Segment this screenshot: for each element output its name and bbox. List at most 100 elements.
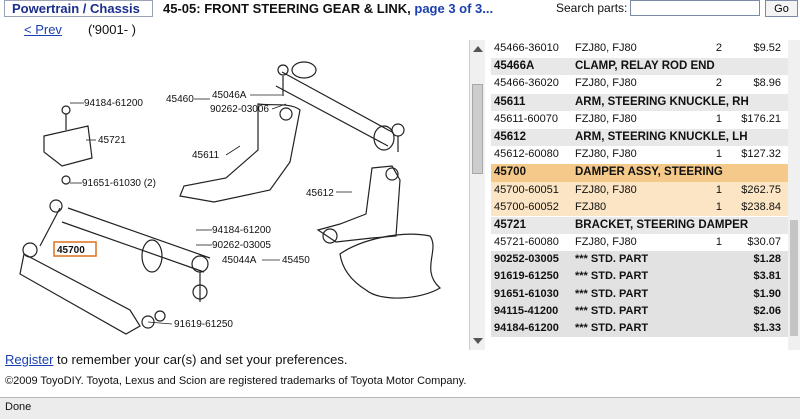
tie-rod-upper [67, 207, 211, 259]
part-qty: 1 [715, 236, 722, 249]
label-45612[interactable]: 45612 [306, 188, 334, 199]
part-qty: 1 [715, 200, 722, 213]
tie-rod-end [191, 255, 209, 273]
panel-divider-scrollbar[interactable] [469, 40, 485, 350]
part-row[interactable]: 45721-60080 FZJ80, FJ80 1 $30.07 [491, 234, 788, 252]
part-row[interactable]: 45466-36010 FZJ80, FJ80 2 $9.52 [491, 40, 788, 58]
relay-rod-clamp [373, 125, 395, 151]
label-45450[interactable]: 45450 [282, 255, 310, 266]
label-45611[interactable]: 45611 [192, 150, 220, 161]
label-94184-61200-b[interactable]: 94184-61200 [212, 225, 271, 236]
part-number: 45612 [494, 130, 526, 143]
part-number: 45611 [494, 95, 526, 108]
damper-mount-nut [154, 310, 166, 322]
part-number: 45700-60051 [494, 183, 559, 196]
parts-diagram: 45460 45046A 90262-03006 94184-61200 457… [0, 40, 468, 348]
label-45046A[interactable]: 45046A [212, 90, 247, 101]
part-price: $30.07 [747, 236, 781, 249]
page-title-main: 45-05: FRONT STEERING GEAR & LINK, [163, 1, 415, 16]
part-row[interactable]: 45611-60070 FZJ80, FJ80 1 $176.21 [491, 110, 788, 128]
part-row[interactable]: 94115-41200 *** STD. PART $2.06 [491, 302, 788, 320]
damper-lower-eye [22, 242, 38, 258]
part-description: FZJ80, FJ80 [575, 42, 637, 54]
part-row[interactable]: 45612-60080 FZJ80, FJ80 1 $127.32 [491, 146, 788, 164]
part-price: $1.33 [753, 322, 781, 334]
label-90262-03006[interactable]: 90262-03006 [210, 104, 269, 115]
register-text: to remember your car(s) and set your pre… [53, 352, 348, 367]
damper-upper-eye [49, 199, 63, 213]
label-91619-61250[interactable]: 91619-61250 [174, 319, 233, 330]
part-group-header[interactable]: 45700 DAMPER ASSY, STEERING [491, 164, 788, 182]
search-label: Search parts: [556, 1, 628, 15]
prev-link[interactable]: < Prev [24, 22, 62, 37]
register-link[interactable]: Register [5, 352, 53, 367]
part-qty: 1 [715, 112, 722, 125]
label-94184-61200-a[interactable]: 94184-61200 [84, 98, 143, 109]
part-price: $1.28 [753, 253, 781, 266]
part-number: 45466-36010 [494, 42, 559, 54]
part-number: 94184-61200 [494, 322, 559, 334]
breadcrumb-tab[interactable]: Powertrain / Chassis [4, 0, 153, 17]
part-row[interactable]: 91651-61030 *** STD. PART $1.90 [491, 285, 788, 303]
status-bar: Done [0, 397, 800, 419]
parts-list-scrollbar[interactable] [788, 40, 800, 350]
part-row[interactable]: 45700-60052 FZJ80 1 $238.84 [491, 198, 788, 216]
model-years: ('9001- ) [88, 22, 137, 37]
part-price: $9.52 [753, 42, 781, 54]
part-number: 45721-60080 [494, 236, 559, 249]
part-price: $2.06 [753, 304, 781, 317]
part-group-header[interactable]: 45466A CLAMP, RELAY ROD END [491, 58, 788, 76]
part-qty: 1 [715, 183, 722, 196]
part-number: 45700 [494, 166, 526, 179]
label-90262-03005[interactable]: 90262-03005 [212, 240, 271, 251]
part-description: FZJ80 [575, 200, 607, 213]
part-row[interactable]: 90252-03005 *** STD. PART $1.28 [491, 251, 788, 269]
part-price: $238.84 [741, 200, 781, 213]
part-price: $1.90 [753, 287, 781, 300]
label-45044A[interactable]: 45044A [222, 255, 257, 266]
register-line: Register to remember your car(s) and set… [5, 352, 347, 367]
part-number: 94115-41200 [494, 304, 559, 317]
part-number: 91651-61030 [494, 287, 559, 300]
part-description: FZJ80, FJ80 [575, 112, 637, 125]
part-row[interactable]: 45466-36020 FZJ80, FJ80 2 $8.96 [491, 75, 788, 93]
scroll-down-arrow-icon[interactable] [473, 338, 483, 344]
part-group-header[interactable]: 45612 ARM, STEERING KNUCKLE, LH [491, 128, 788, 147]
part-number: 45612-60080 [494, 148, 559, 161]
part-row[interactable]: 45700-60051 FZJ80, FJ80 1 $262.75 [491, 181, 788, 199]
search-input[interactable] [630, 0, 760, 16]
leader-45611 [225, 145, 241, 156]
scroll-thumb[interactable] [472, 84, 483, 174]
relay-rod-end-left [291, 61, 317, 79]
part-group-header[interactable]: 45721 BRACKET, STEERING DAMPER [491, 216, 788, 235]
part-row[interactable]: 91619-61250 *** STD. PART $3.81 [491, 268, 788, 286]
part-number: 45466-36020 [494, 77, 559, 90]
parts-list-panel: 45466-36010 FZJ80, FJ80 2 $9.52 45466A CLAMP,… [469, 40, 800, 350]
label-45700[interactable]: 45700 [57, 245, 85, 256]
part-row[interactable]: 94184-61200 *** STD. PART $1.33 [491, 320, 788, 338]
part-group-header[interactable]: 45611 ARM, STEERING KNUCKLE, RH [491, 93, 788, 111]
part-price: $8.96 [753, 77, 781, 90]
part-description: *** STD. PART [575, 322, 649, 334]
part-description: FZJ80, FJ80 [575, 236, 637, 249]
parts-list-scroll-thumb[interactable] [790, 220, 798, 336]
part-description: BRACKET, STEERING DAMPER [575, 218, 749, 231]
bracket-bolt-top [61, 105, 71, 115]
part-number: 45700-60052 [494, 200, 559, 213]
go-button[interactable]: Go [765, 0, 798, 17]
damper-bracket [43, 125, 93, 167]
scroll-up-arrow-icon[interactable] [473, 46, 483, 52]
damper-rod [39, 207, 61, 247]
label-91651-61030[interactable]: 91651-61030 (2) [82, 178, 156, 189]
label-45721[interactable]: 45721 [98, 135, 126, 146]
label-45460[interactable]: 45460 [166, 94, 194, 105]
part-description: FZJ80, FJ80 [575, 77, 637, 90]
part-qty: 1 [715, 148, 722, 161]
bracket-nut [61, 175, 71, 185]
part-price: $3.81 [753, 270, 781, 283]
page-indicator[interactable]: page 3 of 3... [414, 1, 493, 16]
part-description: *** STD. PART [575, 270, 649, 283]
part-number: 90252-03005 [494, 253, 559, 266]
relay-rod-ball-left [277, 64, 289, 76]
part-description: FZJ80, FJ80 [575, 183, 637, 196]
